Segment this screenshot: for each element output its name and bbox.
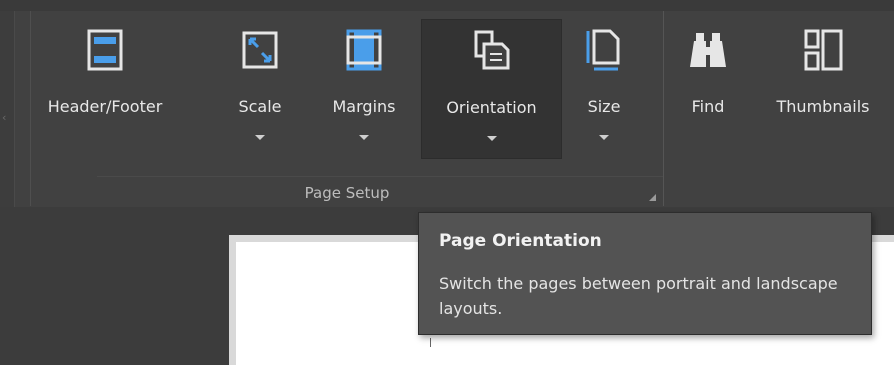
dialog-launcher-icon[interactable] xyxy=(649,194,656,201)
group-label-page-setup: Page Setup xyxy=(304,184,390,202)
ribbon-scroll-left[interactable]: ‹ xyxy=(0,11,15,207)
ribbon: ‹ Page Setup Header/Footer Scale Margins… xyxy=(0,0,894,207)
orientation-button[interactable]: Orientation xyxy=(421,19,562,159)
orientation-icon xyxy=(474,30,509,70)
find-button[interactable]: Find xyxy=(676,19,740,159)
size-icon xyxy=(586,29,620,71)
group-divider xyxy=(663,11,664,206)
orientation-tooltip: Page Orientation Switch the pages betwee… xyxy=(418,212,872,335)
header-footer-icon xyxy=(87,29,123,71)
text-cursor xyxy=(430,338,431,347)
find-label: Find xyxy=(691,97,725,116)
chevron-left-icon: ‹ xyxy=(2,111,7,124)
ribbon-top-edge xyxy=(0,0,894,11)
size-button[interactable]: Size xyxy=(572,19,636,159)
margins-label: Margins xyxy=(332,97,396,116)
margins-icon xyxy=(346,29,382,71)
header-footer-button[interactable]: Header/Footer xyxy=(42,19,168,159)
thumbnails-label: Thumbnails xyxy=(776,97,870,116)
orientation-label: Orientation xyxy=(446,98,537,117)
tooltip-description: Switch the pages between portrait and la… xyxy=(439,274,838,318)
group-separator xyxy=(97,176,663,177)
tooltip-title: Page Orientation xyxy=(439,231,602,251)
chevron-down-icon xyxy=(359,135,369,140)
chevron-down-icon xyxy=(255,135,265,140)
header-footer-label: Header/Footer xyxy=(47,97,163,116)
scale-label: Scale xyxy=(238,97,282,116)
scale-icon xyxy=(242,31,278,69)
chevron-down-icon xyxy=(599,135,609,140)
chevron-down-icon xyxy=(486,136,497,141)
margins-button[interactable]: Margins xyxy=(316,19,412,159)
binoculars-icon xyxy=(690,33,726,67)
scale-button[interactable]: Scale xyxy=(228,19,292,159)
thumbnails-icon xyxy=(804,29,843,71)
thumbnails-button[interactable]: Thumbnails xyxy=(764,19,882,159)
size-label: Size xyxy=(587,97,621,116)
